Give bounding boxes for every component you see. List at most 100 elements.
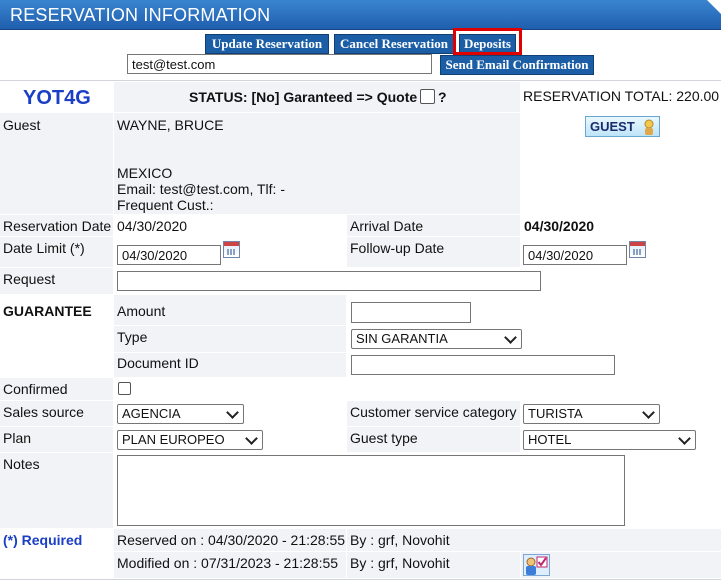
modified-spacer-cell (0, 552, 113, 578)
followup-date-input[interactable]: 04/30/2020 (523, 245, 627, 265)
amount-label: Amount (117, 303, 166, 319)
type-cell: SIN GARANTIA (347, 326, 721, 352)
document-id-input[interactable] (351, 355, 615, 375)
customer-category-select[interactable]: TURISTA (523, 404, 660, 424)
modified-by: By : grf, Novohit (350, 555, 450, 571)
date-limit-label-cell: Date Limit (*) (0, 237, 113, 267)
plan-select[interactable]: PLAN EUROPEO (117, 430, 263, 450)
notes-textarea[interactable] (117, 455, 625, 526)
quote-checkbox[interactable] (420, 89, 435, 104)
arrival-value-cell: 04/30/2020 (521, 215, 721, 236)
guest-type-cell: HOTEL (521, 427, 721, 452)
guest-button[interactable]: GUEST (585, 116, 660, 137)
total-cell: RESERVATION TOTAL: 220.00 (521, 82, 721, 112)
type-label-cell: Type (114, 326, 346, 352)
confirmed-label-cell: Confirmed (0, 378, 113, 400)
notes-label: Notes (3, 456, 40, 472)
required-note: (*) Required (3, 532, 83, 548)
arrival-label-cell: Arrival Date (347, 215, 520, 236)
guest-info-cell: WAYNE, BRUCE MEXICO Email: test@test.com… (114, 113, 520, 214)
status-text: STATUS: [No] Garanteed => Quote (189, 89, 418, 105)
guest-button-label: GUEST (590, 119, 635, 134)
arrival-date-label: Arrival Date (350, 218, 424, 234)
required-cell: (*) Required (0, 529, 113, 551)
sales-source-label-cell: Sales source (0, 401, 113, 426)
guest-country: MEXICO (117, 165, 173, 181)
plan-value: PLAN EUROPEO (122, 432, 225, 447)
modified-by-cell: By : grf, Novohit (347, 552, 520, 578)
amount-label-cell: Amount (114, 295, 346, 325)
reservation-date-value: 04/30/2020 (117, 218, 188, 234)
guest-type-select[interactable]: HOTEL (523, 430, 696, 450)
confirmed-label: Confirmed (3, 381, 68, 397)
doc-spacer-cell (0, 353, 113, 377)
guest-button-cell: GUEST (521, 113, 721, 214)
modified-cell: Modified on : 07/31/2023 - 21:28:55 (114, 552, 346, 578)
guest-type-label-cell: Guest type (347, 427, 520, 452)
type-spacer-cell (0, 326, 113, 352)
chevron-down-icon (642, 406, 655, 419)
chevron-down-icon (245, 432, 258, 445)
reserved-cell: Reserved on : 04/30/2020 - 21:28:55 (114, 529, 346, 551)
reservation-date-label: Reservation Date (3, 218, 112, 234)
guarantee-type-value: SIN GARANTIA (356, 331, 448, 346)
amount-input[interactable] (351, 302, 471, 323)
guarantee-label: GUARANTEE (3, 303, 92, 319)
reservation-date-cell: 04/30/2020 (114, 215, 346, 236)
calendar-icon[interactable] (223, 241, 240, 258)
confirmed-cell (114, 378, 721, 400)
request-input[interactable] (117, 271, 541, 291)
customer-category-value: TURISTA (528, 406, 583, 421)
guest-type-label: Guest type (350, 430, 418, 446)
update-reservation-button[interactable]: Update Reservation (205, 34, 329, 54)
chevron-down-icon (504, 331, 517, 344)
calendar-icon[interactable] (629, 241, 646, 258)
sales-source-select[interactable]: AGENCIA (117, 404, 244, 424)
request-cell (114, 268, 721, 294)
plan-cell: PLAN EUROPEO (114, 427, 346, 452)
category-label-cell: Customer service category (347, 401, 520, 426)
confirmed-checkbox[interactable] (118, 382, 131, 395)
guest-name: WAYNE, BRUCE (117, 117, 224, 133)
status-cell: STATUS: [No] Garanteed => Quote ? (114, 82, 520, 112)
send-email-button[interactable]: Send Email Confirmation (440, 55, 594, 75)
followup-cell: 04/30/2020 (521, 237, 721, 267)
edit-user-cell (521, 552, 721, 578)
reserved-by-cell: By : grf, Novohit (347, 529, 721, 551)
amount-cell (347, 295, 721, 325)
reserved-on: Reserved on : 04/30/2020 - 21:28:55 (117, 532, 346, 548)
code-cell: YOT4G (0, 82, 113, 112)
type-label: Type (117, 329, 148, 345)
modified-on: Modified on : 07/31/2023 - 21:28:55 (117, 555, 339, 571)
date-limit-label: Date Limit (*) (3, 240, 85, 256)
request-label-cell: Request (0, 268, 113, 294)
guest-frequent: Frequent Cust.: (117, 197, 214, 213)
reserved-by: By : grf, Novohit (350, 532, 450, 548)
window-title: RESERVATION INFORMATION (10, 5, 271, 25)
chevron-down-icon (226, 406, 239, 419)
email-field[interactable]: test@test.com (127, 54, 432, 74)
date-limit-cell: 04/30/2020 (114, 237, 346, 267)
followup-date-label: Follow-up Date (350, 240, 445, 256)
arrival-date-value: 04/30/2020 (524, 218, 595, 234)
guarantee-type-select[interactable]: SIN GARANTIA (351, 329, 522, 349)
followup-label-cell: Follow-up Date (347, 237, 520, 267)
notes-label-cell: Notes (0, 453, 113, 528)
sales-source-label: Sales source (3, 404, 84, 420)
date-limit-input[interactable]: 04/30/2020 (117, 245, 221, 265)
guest-label-cell: Guest (0, 113, 113, 214)
title-corner (707, 0, 721, 14)
guest-type-value: HOTEL (528, 432, 572, 447)
edit-user-icon[interactable] (523, 554, 550, 576)
plan-label: Plan (3, 430, 32, 446)
status-question: ? (438, 89, 447, 105)
sales-source-value: AGENCIA (122, 406, 181, 421)
guest-label: Guest (3, 117, 41, 133)
guest-contact: Email: test@test.com, Tlf: - (117, 181, 285, 197)
reservation-date-label-cell: Reservation Date (0, 215, 113, 236)
notes-cell (114, 453, 721, 528)
document-id-label: Document ID (117, 355, 199, 371)
guest-icon (642, 119, 656, 135)
cancel-reservation-button[interactable]: Cancel Reservation (334, 34, 454, 54)
category-cell: TURISTA (521, 401, 721, 426)
